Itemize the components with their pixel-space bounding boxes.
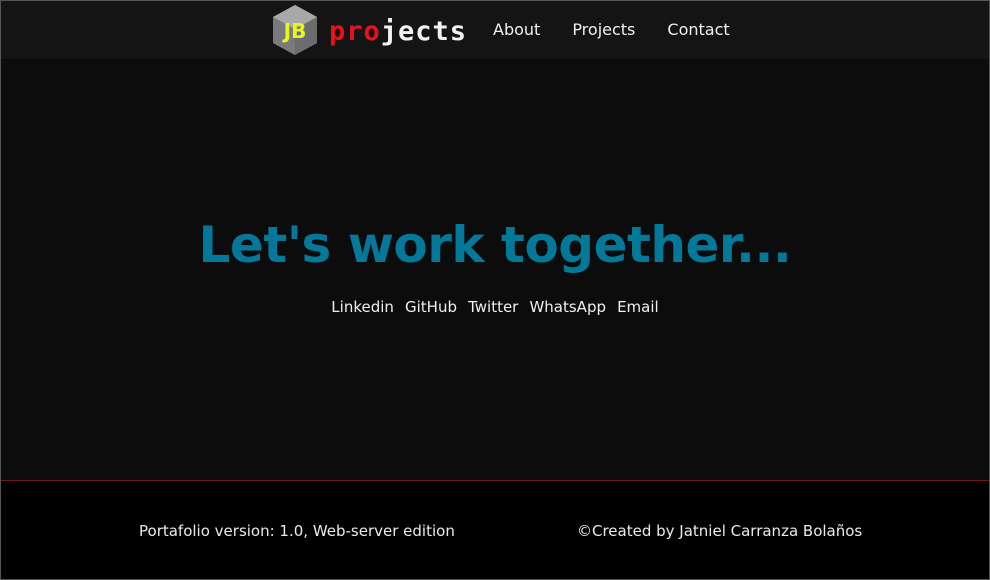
wordmark-red: pro [329, 15, 381, 47]
hero-title: Let's work together... [198, 216, 792, 274]
nav-projects[interactable]: Projects [572, 20, 635, 39]
link-whatsapp[interactable]: WhatsApp [529, 298, 606, 316]
wordmark-white: jects [380, 15, 468, 47]
logo-hexagon-icon: JB [273, 5, 317, 55]
link-linkedin[interactable]: Linkedin [331, 298, 394, 316]
nav-contact[interactable]: Contact [667, 20, 729, 39]
logo-initials: JB [282, 19, 307, 43]
page-frame: JB projects About Projects Contact Let's… [0, 0, 990, 580]
footer-version: Portafolio version: 1.0, Web-server edit… [139, 522, 455, 540]
nav-about[interactable]: About [493, 20, 540, 39]
link-github[interactable]: GitHub [405, 298, 457, 316]
social-links: Linkedin GitHub Twitter WhatsApp Email [1, 297, 989, 316]
navbar: JB projects About Projects Contact [1, 1, 989, 59]
link-email[interactable]: Email [617, 298, 659, 316]
footer: Portafolio version: 1.0, Web-server edit… [1, 480, 989, 579]
brand-logo[interactable]: JB projects [271, 5, 467, 55]
link-twitter[interactable]: Twitter [468, 298, 518, 316]
footer-credit: ©Created by Jatniel Carranza Bolaños [577, 522, 863, 540]
main-nav: About Projects Contact [493, 20, 730, 39]
brand-wordmark: projects [329, 16, 467, 47]
